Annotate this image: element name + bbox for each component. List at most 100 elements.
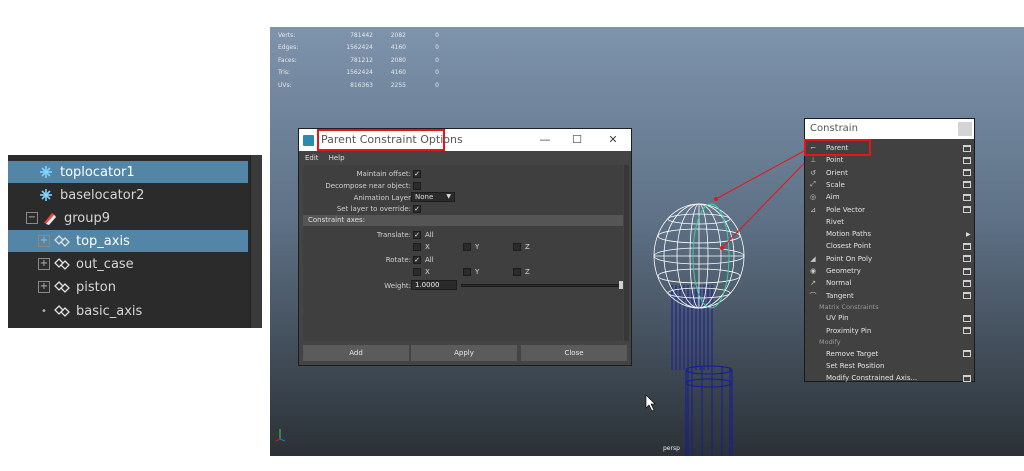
animation-layer-dropdown[interactable]: None ▼ bbox=[411, 192, 455, 202]
constraint-axes-section[interactable]: Constraint axes: bbox=[303, 215, 623, 226]
translate-y-label: Y bbox=[475, 242, 480, 251]
menu-item-label: Aim bbox=[826, 193, 840, 202]
weight-slider-handle[interactable] bbox=[619, 281, 623, 289]
locator-icon bbox=[38, 164, 54, 180]
option-box-icon[interactable] bbox=[963, 144, 971, 152]
option-box-icon[interactable] bbox=[963, 292, 971, 300]
axis-gizmo-icon bbox=[275, 429, 286, 442]
hud-label: Tris: bbox=[278, 69, 291, 77]
outliner-item[interactable]: − group9 bbox=[8, 207, 248, 229]
hud-v2: 2255 bbox=[390, 81, 406, 89]
option-box-icon[interactable] bbox=[963, 193, 971, 201]
option-box-icon[interactable] bbox=[963, 267, 971, 275]
option-box-icon[interactable] bbox=[963, 314, 971, 322]
menu-item-label: Geometry bbox=[826, 267, 861, 275]
tear-off-icon[interactable] bbox=[958, 122, 972, 136]
translate-z-checkbox[interactable] bbox=[513, 242, 521, 251]
dialog-titlebar[interactable]: Parent Constraint Options — ☐ ✕ bbox=[299, 129, 631, 151]
outliner-scrollbar[interactable] bbox=[250, 155, 262, 328]
menu-item-point[interactable]: ⊥ Point bbox=[805, 154, 974, 166]
menu-item-geometry[interactable]: ◉ Geometry bbox=[805, 265, 974, 277]
expand-icon[interactable]: + bbox=[38, 258, 50, 270]
translate-y-checkbox[interactable] bbox=[463, 242, 471, 251]
hud-row: UVs: 816363 2255 0 bbox=[278, 79, 439, 92]
menu-item-pole-vector[interactable]: ⊿ Pole Vector bbox=[805, 204, 974, 216]
maintain-offset-checkbox[interactable]: ✓ bbox=[413, 169, 421, 178]
set-layer-label: Set layer to override: bbox=[336, 204, 411, 213]
option-box-icon[interactable] bbox=[963, 279, 971, 287]
option-box-icon[interactable] bbox=[963, 181, 971, 189]
menu-item-closest-point[interactable]: Closest Point bbox=[805, 240, 974, 252]
outliner-item[interactable]: + piston bbox=[8, 276, 248, 298]
expand-icon[interactable]: + bbox=[38, 281, 50, 293]
outliner-item[interactable]: toplocator1 bbox=[8, 161, 248, 183]
menu-help[interactable]: Help bbox=[329, 154, 345, 162]
option-box-icon[interactable] bbox=[963, 374, 971, 382]
option-box-icon[interactable] bbox=[963, 156, 971, 164]
set-layer-checkbox[interactable]: ✓ bbox=[413, 204, 421, 213]
constrain-menu-header[interactable]: Constrain bbox=[805, 119, 974, 139]
translate-x-checkbox[interactable] bbox=[413, 242, 421, 251]
submenu-arrow-icon: ▶ bbox=[966, 230, 971, 238]
expand-icon[interactable]: + bbox=[38, 235, 50, 247]
option-box-icon[interactable] bbox=[963, 242, 971, 250]
rotate-all-checkbox[interactable]: ✓ bbox=[413, 255, 421, 264]
dialog-options-body: Maintain offset: ✓ Decompose near object… bbox=[303, 165, 623, 341]
pole-vector-icon: ⊿ bbox=[810, 205, 816, 214]
orient-icon: ↺ bbox=[810, 168, 816, 177]
shaft-wireframe bbox=[671, 285, 733, 456]
menu-item-orient[interactable]: ↺ Orient bbox=[805, 167, 974, 179]
decompose-checkbox[interactable] bbox=[413, 181, 421, 190]
option-box-icon[interactable] bbox=[963, 350, 971, 357]
decompose-label: Decompose near object: bbox=[325, 181, 411, 190]
outliner-item[interactable]: + top_axis bbox=[8, 230, 248, 252]
menu-item-rivet[interactable]: Rivet bbox=[805, 216, 974, 228]
rotate-all-label: All bbox=[425, 255, 434, 264]
rotate-x-checkbox[interactable] bbox=[413, 267, 421, 276]
close-icon[interactable]: ✕ bbox=[605, 133, 621, 147]
outliner-item[interactable]: baselocator2 bbox=[8, 184, 248, 206]
menu-item-uv-pin[interactable]: UV Pin bbox=[805, 312, 974, 324]
maximize-icon[interactable]: ☐ bbox=[569, 133, 585, 147]
rotate-z-checkbox[interactable] bbox=[513, 267, 521, 276]
menu-item-label: Pole Vector bbox=[826, 205, 866, 214]
menu-section-header: Modify bbox=[819, 338, 841, 346]
geometry-icon: ◉ bbox=[809, 267, 817, 275]
hud-v1: 1562424 bbox=[346, 69, 373, 77]
camera-label: persp bbox=[663, 445, 680, 452]
menu-edit[interactable]: Edit bbox=[305, 154, 319, 162]
hud-row: Tris: 1562424 4160 0 bbox=[278, 67, 439, 80]
rotate-y-checkbox[interactable] bbox=[463, 267, 471, 276]
apply-button[interactable]: Apply bbox=[411, 345, 517, 361]
menu-item-tangent[interactable]: ⌒ Tangent bbox=[805, 290, 974, 302]
minimize-icon[interactable]: — bbox=[537, 133, 553, 147]
outliner-item-label: basic_axis bbox=[76, 303, 143, 319]
hud-label: UVs: bbox=[278, 81, 292, 89]
option-box-icon[interactable] bbox=[963, 255, 971, 263]
menu-item-proximity-pin[interactable]: Proximity Pin bbox=[805, 325, 974, 337]
menu-item-motion-paths[interactable]: Motion Paths ▶ bbox=[805, 228, 974, 240]
dialog-scrollbar[interactable] bbox=[624, 165, 629, 341]
option-box-icon[interactable] bbox=[963, 206, 971, 213]
weight-slider[interactable] bbox=[461, 284, 621, 287]
menu-item-normal[interactable]: ↗ Normal bbox=[805, 277, 974, 289]
translate-all-checkbox[interactable]: ✓ bbox=[413, 230, 421, 239]
collapse-icon[interactable]: − bbox=[26, 212, 38, 224]
menu-item-remove-target[interactable]: Remove Target bbox=[805, 348, 974, 360]
menu-item-set-rest-position[interactable]: Set Rest Position bbox=[805, 360, 974, 372]
menu-item-point-on-poly[interactable]: ◢ Point On Poly bbox=[805, 253, 974, 265]
weight-field[interactable]: 1.0000 bbox=[411, 280, 457, 290]
menu-item-scale[interactable]: ⤢ Scale bbox=[805, 179, 974, 191]
outliner-item[interactable]: + out_case bbox=[8, 253, 248, 275]
option-box-icon[interactable] bbox=[963, 169, 971, 177]
menu-item-label: Point On Poly bbox=[826, 254, 873, 263]
menu-item-modify-constrained-axis[interactable]: Modify Constrained Axis... bbox=[805, 372, 974, 384]
outliner-item[interactable]: • basic_axis bbox=[8, 300, 248, 322]
option-box-icon[interactable] bbox=[963, 327, 971, 335]
hud-v3: 0 bbox=[435, 56, 439, 64]
point-on-poly-icon: ◢ bbox=[810, 254, 816, 263]
normal-icon: ↗ bbox=[810, 279, 816, 288]
add-button[interactable]: Add bbox=[303, 345, 409, 361]
menu-item-aim[interactable]: ◎ Aim bbox=[805, 191, 974, 203]
close-button[interactable]: Close bbox=[521, 345, 627, 361]
